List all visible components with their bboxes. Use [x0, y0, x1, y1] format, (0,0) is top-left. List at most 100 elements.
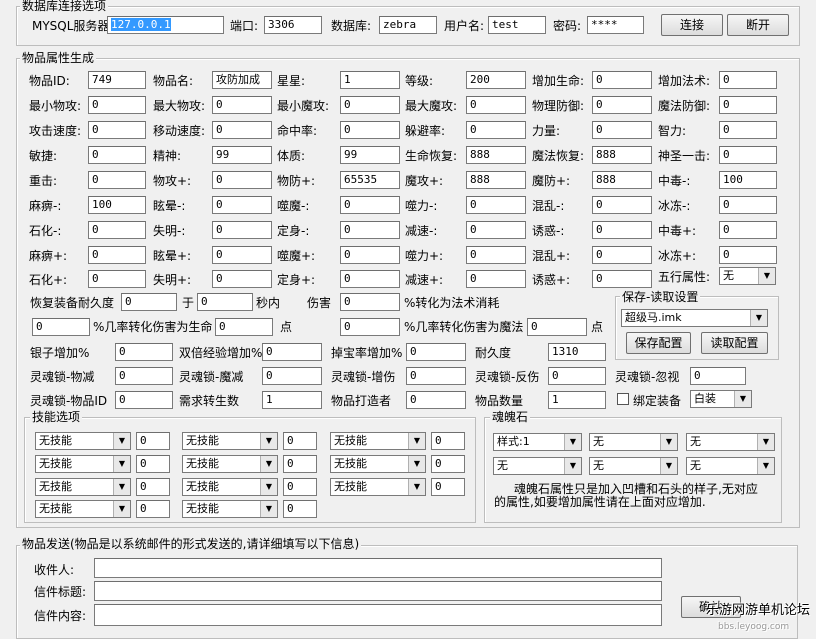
soullock-phys-input[interactable]: 0	[115, 367, 173, 385]
skill-select[interactable]: 无技能 ▼	[35, 432, 131, 450]
user-input[interactable]: test	[488, 16, 546, 34]
attr-input[interactable]: 99	[340, 146, 400, 164]
attr-input[interactable]: 888	[592, 146, 652, 164]
attr-input[interactable]: 0	[212, 270, 272, 288]
skill-level-input[interactable]: 0	[136, 432, 170, 450]
maker-input[interactable]: 0	[406, 391, 466, 409]
attr-input[interactable]: 0	[340, 96, 400, 114]
durability-input[interactable]: 1310	[548, 343, 606, 361]
attr-input[interactable]: 0	[719, 221, 777, 239]
quality-select[interactable]: 白装 ▼	[690, 390, 752, 408]
skill-level-input[interactable]: 0	[283, 478, 317, 496]
skill-select[interactable]: 无技能 ▼	[182, 455, 278, 473]
double-exp-input[interactable]: 0	[262, 343, 322, 361]
soullock-reflect-input[interactable]: 0	[548, 367, 606, 385]
repair-input[interactable]: 0	[121, 293, 177, 311]
attr-input[interactable]: 0	[592, 96, 652, 114]
attr-input[interactable]: 0	[719, 121, 777, 139]
attr-input[interactable]: 888	[466, 146, 526, 164]
skill-level-input[interactable]: 0	[431, 432, 465, 450]
attr-input[interactable]: 0	[88, 96, 146, 114]
skill-select[interactable]: 无技能 ▼	[35, 500, 131, 518]
soullock-ignore-input[interactable]: 0	[690, 367, 746, 385]
skill-level-input[interactable]: 0	[283, 432, 317, 450]
attr-input[interactable]: 0	[592, 221, 652, 239]
skill-level-input[interactable]: 0	[136, 478, 170, 496]
attr-input[interactable]: 0	[466, 196, 526, 214]
rate-hp-points-input[interactable]: 0	[215, 318, 273, 336]
soul-stone-select[interactable]: 无 ▼	[589, 457, 678, 475]
attr-input[interactable]: 0	[88, 121, 146, 139]
attr-input[interactable]: 0	[212, 196, 272, 214]
five-elements-select[interactable]: 无 ▼	[719, 267, 776, 285]
db-input[interactable]: zebra	[379, 16, 437, 34]
skill-select[interactable]: 无技能 ▼	[182, 500, 278, 518]
attr-input[interactable]: 0	[719, 71, 777, 89]
soullock-itemid-input[interactable]: 0	[115, 391, 173, 409]
skill-select[interactable]: 无技能 ▼	[330, 432, 426, 450]
attr-input[interactable]: 100	[88, 196, 146, 214]
soullock-magic-input[interactable]: 0	[262, 367, 322, 385]
pwd-input[interactable]: ****	[587, 16, 644, 34]
attr-input[interactable]: 0	[88, 246, 146, 264]
attr-input[interactable]: 0	[88, 221, 146, 239]
attr-input[interactable]: 0	[340, 196, 400, 214]
save-config-button[interactable]: 保存配置	[626, 332, 691, 354]
attr-input[interactable]: 100	[719, 171, 777, 189]
skill-level-input[interactable]: 0	[431, 478, 465, 496]
subject-input[interactable]	[94, 581, 662, 601]
attr-input[interactable]: 0	[212, 171, 272, 189]
drop-rate-input[interactable]: 0	[406, 343, 466, 361]
soul-stone-select[interactable]: 无 ▼	[686, 457, 775, 475]
config-file-select[interactable]: 超级马.imk ▼	[621, 309, 768, 327]
skill-select[interactable]: 无技能 ▼	[182, 478, 278, 496]
attr-input[interactable]: 攻防加成	[212, 71, 272, 89]
skill-select[interactable]: 无技能 ▼	[330, 455, 426, 473]
attr-input[interactable]: 0	[719, 246, 777, 264]
attr-input[interactable]: 0	[340, 270, 400, 288]
skill-select[interactable]: 无技能 ▼	[35, 455, 131, 473]
rate-mp-points-input[interactable]: 0	[527, 318, 587, 336]
attr-input[interactable]: 0	[719, 96, 777, 114]
attr-input[interactable]: 0	[592, 121, 652, 139]
soul-stone-select[interactable]: 样式:1 ▼	[493, 433, 582, 451]
attr-input[interactable]: 888	[466, 171, 526, 189]
attr-input[interactable]: 0	[466, 96, 526, 114]
connect-button[interactable]: 连接	[661, 14, 723, 36]
soul-stone-select[interactable]: 无 ▼	[493, 457, 582, 475]
attr-input[interactable]: 65535	[340, 171, 400, 189]
attr-input[interactable]: 0	[340, 121, 400, 139]
attr-input[interactable]: 0	[719, 146, 777, 164]
attr-input[interactable]: 200	[466, 71, 526, 89]
silver-input[interactable]: 0	[115, 343, 173, 361]
damage-input[interactable]: 0	[340, 293, 400, 311]
rate-mp-pre-input[interactable]: 0	[340, 318, 400, 336]
attr-input[interactable]: 0	[88, 146, 146, 164]
attr-input[interactable]: 0	[88, 171, 146, 189]
attr-input[interactable]: 1	[340, 71, 400, 89]
skill-select[interactable]: 无技能 ▼	[182, 432, 278, 450]
attr-input[interactable]: 0	[592, 246, 652, 264]
soul-stone-select[interactable]: 无 ▼	[686, 433, 775, 451]
port-input[interactable]: 3306	[264, 16, 322, 34]
quantity-input[interactable]: 1	[548, 391, 606, 409]
attr-input[interactable]: 0	[466, 246, 526, 264]
attr-input[interactable]: 0	[212, 121, 272, 139]
load-config-button[interactable]: 读取配置	[701, 332, 768, 354]
attr-input[interactable]: 0	[340, 221, 400, 239]
skill-level-input[interactable]: 0	[431, 455, 465, 473]
attr-input[interactable]: 749	[88, 71, 146, 89]
skill-level-input[interactable]: 0	[136, 455, 170, 473]
attr-input[interactable]: 0	[466, 270, 526, 288]
disconnect-button[interactable]: 断开	[727, 14, 789, 36]
attr-input[interactable]: 0	[592, 196, 652, 214]
skill-level-input[interactable]: 0	[136, 500, 170, 518]
skill-select[interactable]: 无技能 ▼	[330, 478, 426, 496]
attr-input[interactable]: 0	[466, 221, 526, 239]
skill-level-input[interactable]: 0	[283, 500, 317, 518]
repair-seconds-input[interactable]: 0	[197, 293, 253, 311]
recipient-input[interactable]	[94, 558, 662, 578]
attr-input[interactable]: 0	[592, 270, 652, 288]
attr-input[interactable]: 0	[340, 246, 400, 264]
attr-input[interactable]: 0	[466, 121, 526, 139]
